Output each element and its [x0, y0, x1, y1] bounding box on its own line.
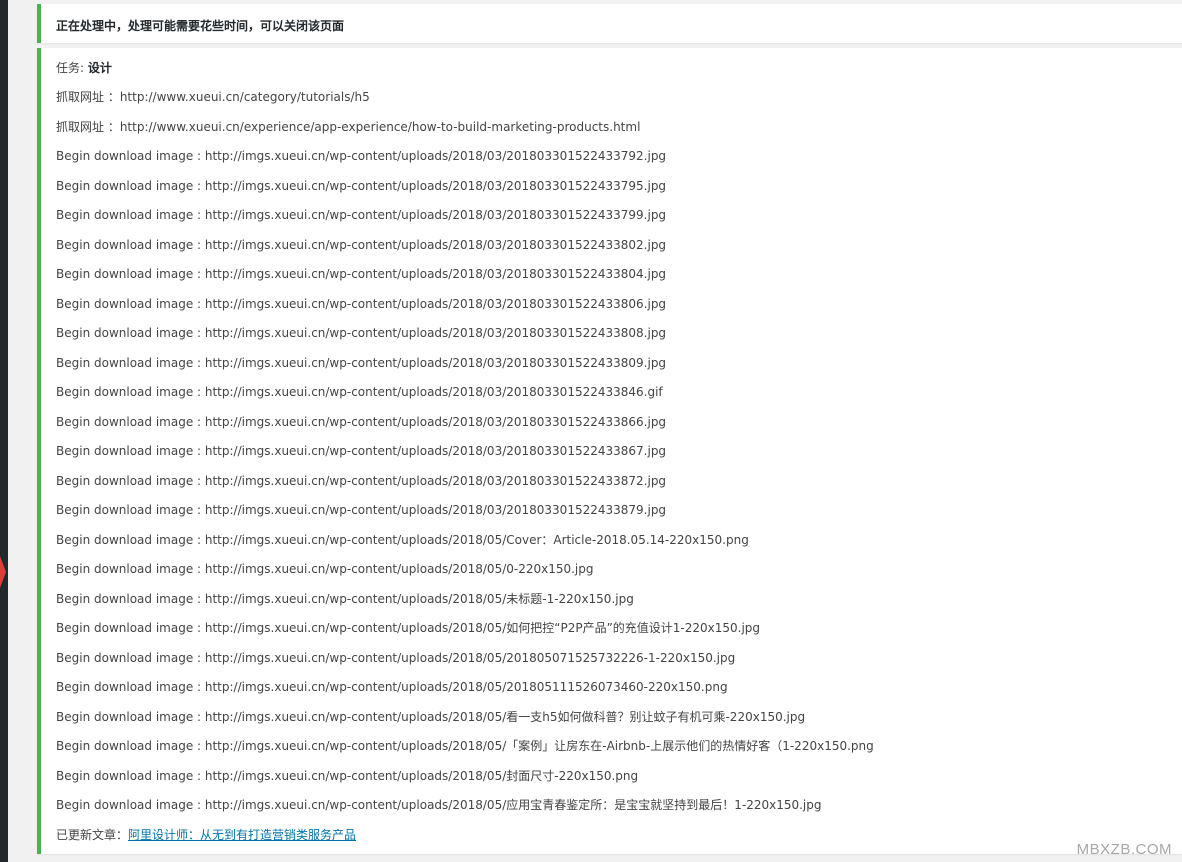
processing-message: 正在处理中，处理可能需要花些时间，可以关闭该页面	[56, 19, 345, 33]
download-log-line: Begin download image : http://imgs.xueui…	[56, 562, 594, 576]
download-log-line: Begin download image : http://imgs.xueui…	[56, 267, 667, 281]
updated-article-link[interactable]: 阿里设计师：从无到有打造营销类服务产品	[128, 828, 356, 842]
crawl-url-line: 抓取网址 ：http://www.xueui.cn/category/tutor…	[56, 90, 370, 104]
download-log-line: Begin download image : http://imgs.xueui…	[56, 385, 663, 399]
download-log-line: Begin download image : http://imgs.xueui…	[56, 650, 736, 665]
crawl-url-line: 抓取网址 ：http://www.xueui.cn/experience/app…	[56, 120, 641, 134]
download-log-line: Begin download image : http://imgs.xueui…	[56, 208, 667, 222]
download-log-line: Begin download image : http://imgs.xueui…	[56, 296, 667, 311]
download-log-line: Begin download image : http://imgs.xueui…	[56, 355, 667, 370]
admin-sidebar-edge	[0, 0, 8, 862]
task-log-panel: 任务: 设计 抓取网址 ：http://www.xueui.cn/categor…	[37, 48, 1182, 854]
download-log-line: Begin download image : http://imgs.xueui…	[56, 444, 667, 458]
download-log-line: Begin download image : http://imgs.xueui…	[56, 149, 667, 163]
download-log-line: Begin download image : http://imgs.xueui…	[56, 503, 667, 517]
task-line: 任务: 设计	[56, 61, 112, 76]
download-log-line: Begin download image : http://imgs.xueui…	[56, 739, 874, 753]
download-log-line: Begin download image : http://imgs.xueui…	[56, 414, 667, 429]
processing-notice: 正在处理中，处理可能需要花些时间，可以关闭该页面	[37, 4, 1182, 43]
download-log-line: Begin download image : http://imgs.xueui…	[56, 621, 761, 635]
task-label: 任务:	[56, 61, 88, 75]
download-log-line: Begin download image : http://imgs.xueui…	[56, 326, 667, 340]
task-name: 设计	[87, 61, 112, 75]
download-log-line: Begin download image : http://imgs.xueui…	[56, 591, 634, 606]
download-log-line: Begin download image : http://imgs.xueui…	[56, 798, 822, 812]
download-log-line: Begin download image : http://imgs.xueui…	[56, 680, 728, 694]
updated-article-line: 已更新文章：阿里设计师：从无到有打造营销类服务产品	[56, 828, 356, 843]
download-log-line: Begin download image : http://imgs.xueui…	[56, 178, 667, 193]
download-log-line: Begin download image : http://imgs.xueui…	[56, 709, 806, 724]
download-log-line: Begin download image : http://imgs.xueui…	[56, 532, 749, 547]
download-log-line: Begin download image : http://imgs.xueui…	[56, 473, 667, 488]
updated-label: 已更新文章：	[56, 827, 129, 842]
download-log-line: Begin download image : http://imgs.xueui…	[56, 237, 667, 252]
watermark: MBXZB.COM	[1076, 841, 1172, 858]
download-log-line: Begin download image : http://imgs.xueui…	[56, 768, 639, 783]
sidebar-indicator	[0, 556, 6, 588]
